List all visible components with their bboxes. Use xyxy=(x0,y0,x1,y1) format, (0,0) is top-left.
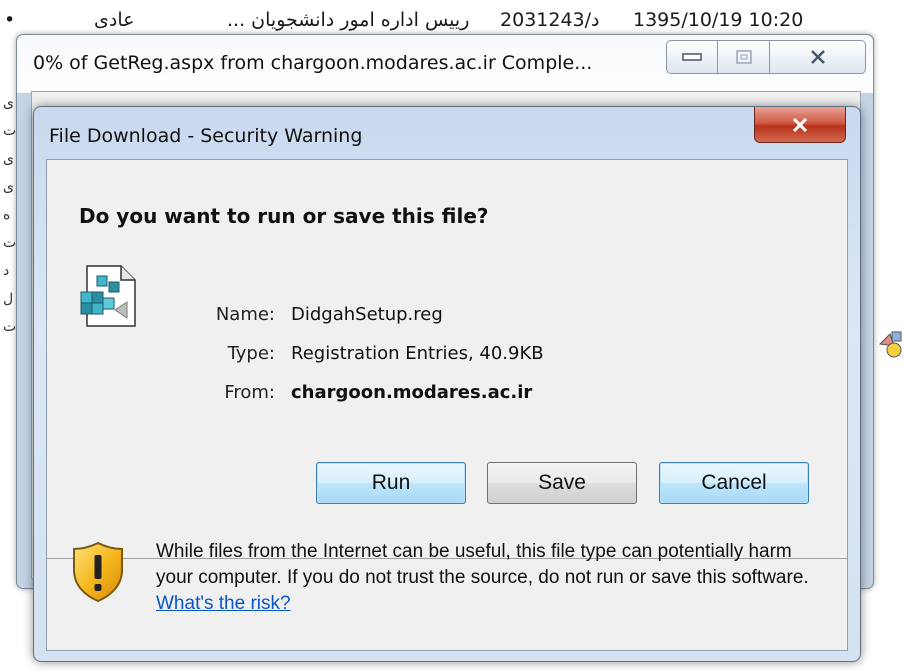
security-warning-dialog: File Download - Security Warning Do you … xyxy=(33,106,861,662)
file-source-value: chargoon.modares.ac.ir xyxy=(291,382,533,403)
shield-warning-icon xyxy=(73,541,123,603)
file-type-value: Registration Entries, 40.9KB xyxy=(291,343,544,364)
registry-file-icon xyxy=(80,265,136,327)
background-row-role: عادی xyxy=(94,9,135,31)
background-bullet: • xyxy=(4,9,16,31)
dialog-question: Do you want to run or save this file? xyxy=(79,204,489,228)
save-button[interactable]: Save xyxy=(487,462,637,504)
file-source-row: From: chargoon.modares.ac.ir xyxy=(147,382,532,406)
warning-text: While files from the Internet can be use… xyxy=(156,541,809,588)
progress-window-titlebar[interactable]: 0% of GetReg.aspx from chargoon.modares.… xyxy=(17,35,873,93)
minimize-button[interactable] xyxy=(666,40,718,74)
background-row-number: 20د/31243 xyxy=(500,9,600,31)
file-name-label: Name: xyxy=(215,304,275,325)
background-row-sender: رییس اداره امور دانشجویان ... xyxy=(227,9,470,31)
background-left-column: یتییهتدلت xyxy=(3,95,17,335)
maximize-icon xyxy=(735,50,752,64)
close-icon xyxy=(810,50,825,64)
dialog-title: File Download - Security Warning xyxy=(49,125,363,147)
cancel-button[interactable]: Cancel xyxy=(659,462,809,504)
progress-close-button[interactable] xyxy=(770,40,866,74)
progress-window-caption-buttons xyxy=(666,40,866,74)
background-list-row: • عادی رییس اداره امور دانشجویان ... 20د… xyxy=(0,0,907,36)
file-type-row: Type: Registration Entries, 40.9KB xyxy=(147,343,544,367)
file-name-value: DidgahSetup.reg xyxy=(291,304,443,325)
file-name-row: Name: DidgahSetup.reg xyxy=(147,304,443,328)
progress-window-title: 0% of GetReg.aspx from chargoon.modares.… xyxy=(33,52,593,74)
maximize-button[interactable] xyxy=(718,40,770,74)
close-icon xyxy=(792,117,808,132)
dialog-close-button[interactable] xyxy=(754,107,846,143)
run-button[interactable]: Run xyxy=(316,462,466,504)
warning-message: While files from the Internet can be use… xyxy=(156,539,816,617)
background-shapes-icon xyxy=(878,331,902,358)
file-type-label: Type: xyxy=(227,343,275,364)
whats-the-risk-link[interactable]: What's the risk? xyxy=(156,593,291,614)
minimize-icon xyxy=(682,53,702,61)
background-row-datetime: 1395/10/19 10:20 xyxy=(633,9,804,31)
file-source-label: From: xyxy=(224,382,275,403)
